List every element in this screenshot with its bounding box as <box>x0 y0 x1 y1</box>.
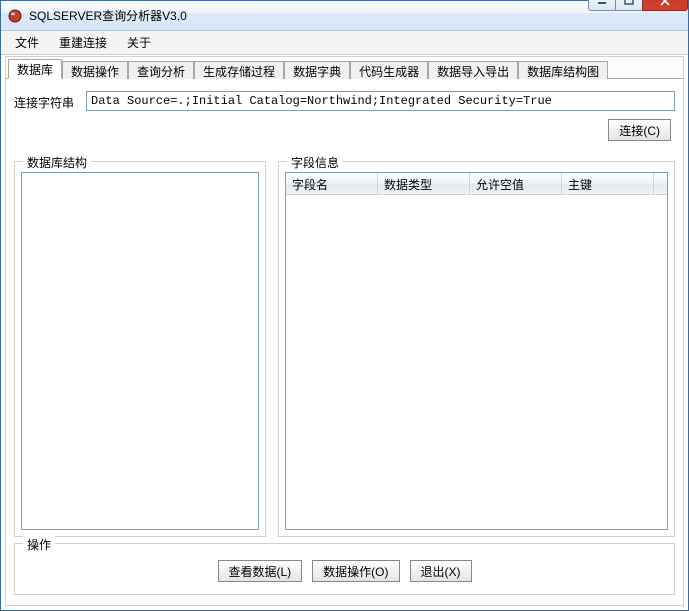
tab-5[interactable]: 代码生成器 <box>350 61 428 79</box>
tab-strip: 数据库数据操作查询分析生成存储过程数据字典代码生成器数据导入导出数据库结构图 <box>6 57 683 79</box>
connection-string-input[interactable] <box>86 91 675 111</box>
content-area: 数据库数据操作查询分析生成存储过程数据字典代码生成器数据导入导出数据库结构图 连… <box>5 56 684 606</box>
exit-button[interactable]: 退出(X) <box>410 560 472 582</box>
col-filler <box>654 173 667 194</box>
col-primary-key[interactable]: 主键 <box>562 173 654 194</box>
group-db-structure: 数据库结构 <box>14 161 266 537</box>
tab-3[interactable]: 生成存储过程 <box>194 61 284 79</box>
tab-page-database: 连接字符串 连接(C) 数据库结构 字段信息 字段名 <box>6 81 683 605</box>
col-field-name[interactable]: 字段名 <box>286 173 378 194</box>
minimize-button[interactable] <box>588 0 616 11</box>
fields-body <box>286 195 667 529</box>
maximize-button[interactable] <box>615 0 643 11</box>
app-window: SQLSERVER查询分析器V3.0 文件 重建连接 关于 数据库数据操作查询分… <box>0 0 689 611</box>
tab-6[interactable]: 数据导入导出 <box>428 61 518 79</box>
menu-reconnect[interactable]: 重建连接 <box>49 32 117 53</box>
group-db-structure-legend: 数据库结构 <box>23 154 91 171</box>
fields-header: 字段名 数据类型 允许空值 主键 <box>286 173 667 195</box>
group-field-info-legend: 字段信息 <box>287 154 343 171</box>
tab-4[interactable]: 数据字典 <box>284 61 350 79</box>
group-operations-legend: 操作 <box>23 536 55 553</box>
tab-2[interactable]: 查询分析 <box>128 61 194 79</box>
menu-bar: 文件 重建连接 关于 <box>1 31 688 55</box>
col-data-type[interactable]: 数据类型 <box>378 173 470 194</box>
menu-file[interactable]: 文件 <box>5 32 49 53</box>
connection-label: 连接字符串 <box>14 91 86 111</box>
fields-listview[interactable]: 字段名 数据类型 允许空值 主键 <box>285 172 668 530</box>
group-operations: 操作 查看数据(L) 数据操作(O) 退出(X) <box>14 543 675 595</box>
window-buttons <box>589 0 688 11</box>
app-icon <box>7 8 23 24</box>
window-title: SQLSERVER查询分析器V3.0 <box>29 7 589 24</box>
tab-7[interactable]: 数据库结构图 <box>518 61 608 79</box>
col-nullable[interactable]: 允许空值 <box>470 173 562 194</box>
connection-row: 连接字符串 <box>14 91 675 111</box>
menu-about[interactable]: 关于 <box>117 32 161 53</box>
tab-1[interactable]: 数据操作 <box>62 61 128 79</box>
title-bar: SQLSERVER查询分析器V3.0 <box>1 1 688 31</box>
panels-row: 数据库结构 字段信息 字段名 数据类型 允许空值 主键 <box>14 161 675 537</box>
data-operation-button[interactable]: 数据操作(O) <box>312 560 399 582</box>
tab-0[interactable]: 数据库 <box>8 59 62 79</box>
db-structure-tree[interactable] <box>21 172 259 530</box>
group-field-info: 字段信息 字段名 数据类型 允许空值 主键 <box>278 161 675 537</box>
view-data-button[interactable]: 查看数据(L) <box>218 560 303 582</box>
connect-button[interactable]: 连接(C) <box>608 119 671 141</box>
close-button[interactable] <box>642 0 688 11</box>
